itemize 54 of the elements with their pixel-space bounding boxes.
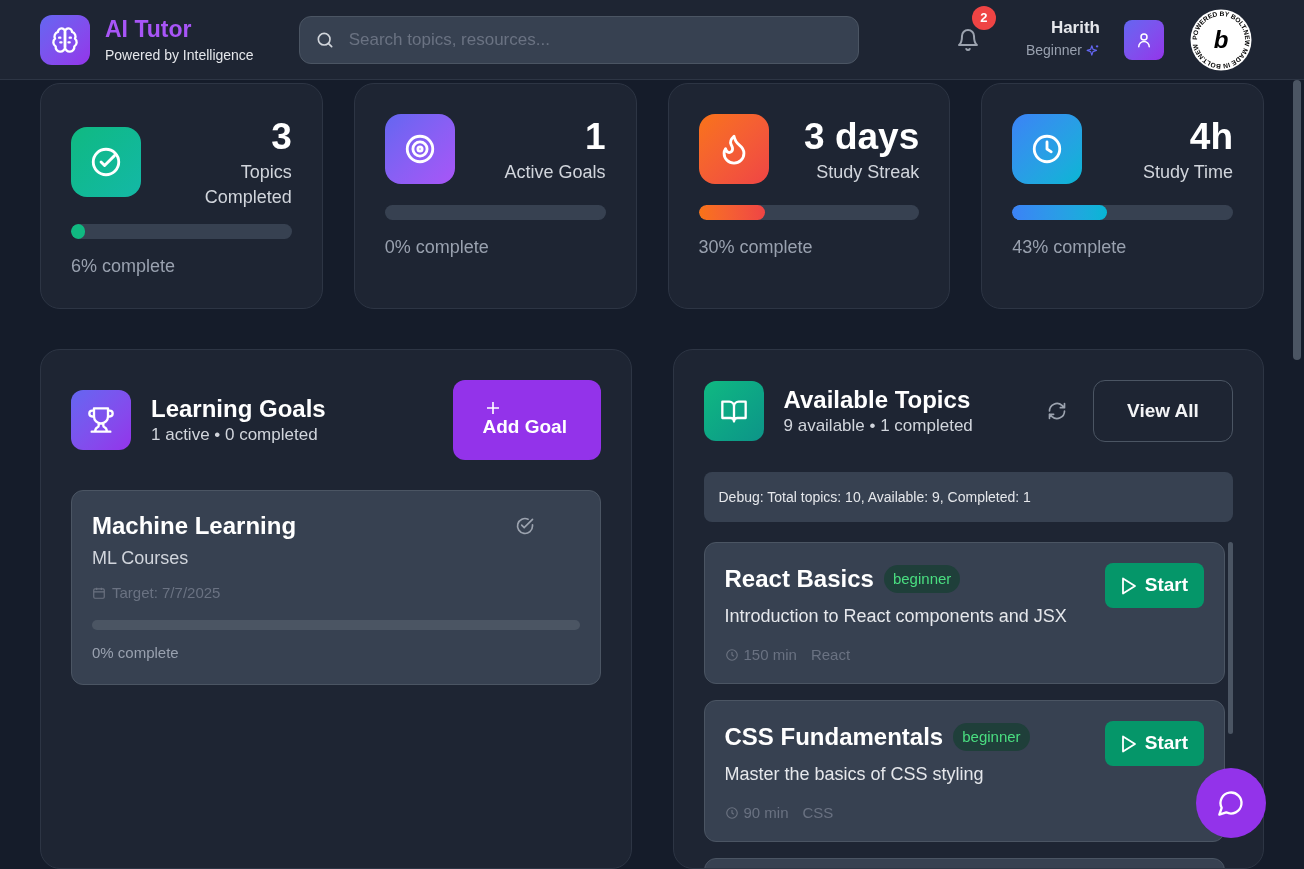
progress-text: 43% complete — [1012, 236, 1128, 259]
app-title: AI Tutor — [105, 15, 193, 43]
play-icon — [1120, 576, 1137, 595]
topic-title: CSS Fundamentals — [724, 722, 944, 752]
clock-icon — [724, 648, 739, 663]
profile-button[interactable] — [1124, 19, 1164, 60]
page-scrollbar[interactable] — [1293, 80, 1301, 360]
topic-description: Introduction to React components and JSX — [724, 605, 1068, 628]
list-scrollbar[interactable] — [1228, 542, 1233, 734]
sparkles-icon — [1086, 43, 1100, 58]
clock-icon — [724, 806, 739, 821]
check-circle-icon[interactable] — [514, 516, 535, 536]
view-all-button[interactable]: View All — [1093, 380, 1233, 442]
progress-text: 0% complete — [92, 642, 180, 663]
stat-value: 3 — [271, 115, 292, 159]
clock-icon — [1012, 114, 1083, 184]
flame-icon — [698, 114, 769, 184]
user-name: Harith — [1050, 18, 1100, 38]
start-button[interactable]: Start — [1104, 721, 1204, 766]
stat-value: 3 days — [804, 115, 920, 159]
stat-label: Topics Completed — [203, 161, 292, 209]
progress-text: 6% complete — [71, 255, 177, 278]
progress-text: 30% complete — [698, 236, 814, 259]
brain-logo-icon — [40, 14, 90, 65]
difficulty-tag: beginner — [953, 722, 1030, 752]
difficulty-tag: beginner — [883, 564, 961, 594]
user-icon — [1135, 30, 1153, 49]
app-tagline: Powered by Intelligence — [105, 46, 254, 64]
panel-title: Available Topics — [783, 385, 972, 415]
stat-label: Study Streak — [816, 161, 920, 184]
notification-count: 2 — [971, 5, 996, 30]
start-button[interactable]: Start — [1104, 563, 1204, 608]
stat-value: 4h — [1189, 115, 1233, 159]
panel-title: Learning Goals — [151, 394, 327, 424]
stat-value: 1 — [584, 115, 606, 159]
debug-message: Debug: Total topics: 10, Available: 9, Completed: 1 — [703, 472, 1233, 522]
play-icon — [1120, 734, 1137, 753]
progress-text: 0% complete — [384, 236, 490, 259]
add-goal-button[interactable]: Add Goal — [452, 380, 601, 460]
user-level: Beginner — [1025, 41, 1082, 60]
book-icon — [703, 381, 764, 441]
goal-subtitle: ML Courses — [92, 547, 190, 570]
trophy-icon — [71, 390, 131, 450]
topics-summary: 9 available • 1 completed — [783, 415, 974, 437]
goal-title: Machine Learning — [92, 511, 297, 541]
chat-icon — [1217, 789, 1245, 817]
target-icon — [384, 114, 455, 184]
stat-label: Active Goals — [504, 161, 606, 184]
goals-summary: 1 active • 0 completed — [151, 424, 319, 446]
calendar-icon — [92, 586, 106, 601]
topic-description: Master the basics of CSS styling — [724, 763, 985, 786]
topic-title: React Basics — [724, 564, 874, 594]
plus-icon — [485, 401, 500, 415]
stat-label: Study Time — [1142, 161, 1233, 184]
